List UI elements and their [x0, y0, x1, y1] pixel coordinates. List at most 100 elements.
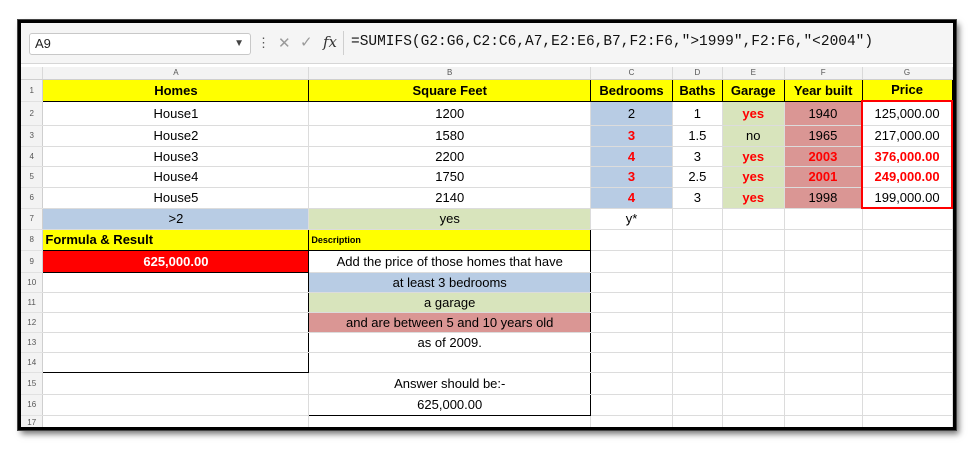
- row-header-4[interactable]: 4: [21, 146, 44, 167]
- description-line[interactable]: 625,000.00: [308, 394, 592, 416]
- empty-cell[interactable]: [862, 272, 953, 293]
- empty-cell[interactable]: [862, 229, 953, 251]
- cell-garage[interactable]: no: [722, 125, 785, 147]
- empty-cell[interactable]: [722, 229, 785, 251]
- empty-cell[interactable]: [862, 292, 953, 313]
- formula-input[interactable]: =SUMIFS(G2:G6,C2:C6,A7,E2:E6,B7,F2:F6,">…: [351, 34, 873, 50]
- cell-price[interactable]: 125,000.00: [861, 100, 953, 126]
- cell-sqft[interactable]: 1750: [308, 166, 592, 188]
- empty-cell[interactable]: [672, 394, 723, 416]
- row-header-2[interactable]: 2: [21, 101, 44, 126]
- criteria-garage-cell[interactable]: yes: [308, 208, 592, 230]
- cell-home[interactable]: House5: [42, 187, 310, 209]
- row-header-12[interactable]: 12: [21, 312, 44, 333]
- cell-price[interactable]: 376,000.00: [861, 146, 953, 167]
- description-line-blank[interactable]: [308, 352, 592, 373]
- empty-cell[interactable]: [862, 332, 953, 353]
- name-box[interactable]: A9 ▼: [29, 33, 251, 55]
- header-price[interactable]: Price: [861, 78, 953, 102]
- row-header-6[interactable]: 6: [21, 187, 44, 209]
- cell-baths[interactable]: 3: [672, 146, 723, 167]
- empty-cell[interactable]: [672, 229, 723, 251]
- empty-cell[interactable]: [862, 394, 953, 416]
- cell-home[interactable]: House1: [42, 101, 310, 126]
- row-header-11[interactable]: 11: [21, 292, 44, 313]
- empty-cell[interactable]: [590, 332, 673, 353]
- empty-cell[interactable]: [784, 394, 863, 416]
- empty-cell[interactable]: [672, 272, 723, 293]
- row-header-10[interactable]: 10: [21, 272, 44, 293]
- cell-baths[interactable]: 2.5: [672, 166, 723, 188]
- header-bedrooms[interactable]: Bedrooms: [590, 78, 673, 102]
- empty-cell[interactable]: [590, 372, 673, 395]
- cell-year[interactable]: 2001: [784, 166, 863, 188]
- cell-garage[interactable]: yes: [722, 187, 785, 209]
- empty-cell[interactable]: [42, 415, 310, 427]
- cell-baths[interactable]: 1: [672, 101, 723, 126]
- description-line[interactable]: and are between 5 and 10 years old: [308, 312, 592, 333]
- more-options-icon[interactable]: ⋮: [257, 35, 270, 51]
- cell-home[interactable]: House2: [42, 125, 310, 147]
- cell-bedrooms[interactable]: 4: [590, 187, 673, 209]
- empty-cell[interactable]: [784, 415, 863, 427]
- empty-cell[interactable]: [722, 352, 785, 373]
- empty-cell[interactable]: [590, 394, 673, 416]
- empty-cell[interactable]: [784, 292, 863, 313]
- empty-cell[interactable]: [784, 272, 863, 293]
- cell-baths[interactable]: 3: [672, 187, 723, 209]
- header-garage[interactable]: Garage: [721, 78, 785, 102]
- column-header-g[interactable]: G: [862, 67, 953, 80]
- cancel-icon[interactable]: ✕: [278, 34, 291, 52]
- row-header-14[interactable]: 14: [21, 352, 44, 373]
- empty-cell[interactable]: [722, 415, 785, 427]
- empty-cell[interactable]: [672, 208, 723, 230]
- cell-sqft[interactable]: 2200: [308, 146, 592, 167]
- row-header-1[interactable]: 1: [21, 79, 44, 102]
- cell-price[interactable]: 249,000.00: [861, 166, 953, 188]
- description-line[interactable]: Add the price of those homes that have: [308, 250, 592, 273]
- empty-cell[interactable]: [672, 312, 723, 333]
- empty-cell[interactable]: [784, 352, 863, 373]
- cell-garage[interactable]: yes: [722, 101, 785, 126]
- row-header-9[interactable]: 9: [21, 250, 44, 273]
- empty-cell[interactable]: [722, 292, 785, 313]
- empty-cell[interactable]: [590, 352, 673, 373]
- description-label[interactable]: Description: [308, 228, 592, 251]
- empty-cell[interactable]: [862, 250, 953, 273]
- column-header-a[interactable]: A: [42, 67, 310, 80]
- column-header-d[interactable]: D: [672, 67, 723, 80]
- row-header-13[interactable]: 13: [21, 332, 44, 353]
- row-header-17[interactable]: 17: [21, 415, 44, 427]
- formula-result-label[interactable]: Formula & Result: [42, 228, 310, 251]
- empty-cell[interactable]: [784, 372, 863, 395]
- empty-cell[interactable]: [672, 372, 723, 395]
- column-header-c[interactable]: C: [590, 67, 673, 80]
- header-square-feet[interactable]: Square Feet: [308, 78, 592, 102]
- empty-cell[interactable]: [722, 250, 785, 273]
- row-header-15[interactable]: 15: [21, 372, 44, 395]
- insert-function-icon[interactable]: fx: [323, 33, 337, 51]
- select-all-corner[interactable]: [21, 67, 44, 80]
- empty-cell[interactable]: [42, 394, 310, 416]
- empty-cell[interactable]: [672, 332, 723, 353]
- cell-year[interactable]: 2003: [784, 146, 863, 167]
- empty-cell[interactable]: [862, 312, 953, 333]
- cell-year[interactable]: 1998: [784, 187, 863, 209]
- empty-cell[interactable]: [42, 332, 310, 353]
- chevron-down-icon[interactable]: ▼: [234, 34, 244, 54]
- empty-cell[interactable]: [862, 352, 953, 373]
- criteria-bedrooms-cell[interactable]: >2: [42, 208, 310, 230]
- empty-cell[interactable]: [42, 292, 310, 313]
- empty-cell[interactable]: [784, 250, 863, 273]
- cell-sqft[interactable]: 1200: [308, 101, 592, 126]
- empty-cell[interactable]: [722, 394, 785, 416]
- empty-cell[interactable]: [862, 208, 953, 230]
- cell-garage[interactable]: yes: [722, 166, 785, 188]
- empty-cell[interactable]: [590, 292, 673, 313]
- row-header-3[interactable]: 3: [21, 125, 44, 147]
- cell-bedrooms[interactable]: 3: [590, 166, 673, 188]
- empty-cell[interactable]: [42, 372, 310, 395]
- empty-cell[interactable]: [722, 332, 785, 353]
- row-header-8[interactable]: 8: [21, 229, 44, 251]
- cell-price[interactable]: 199,000.00: [861, 187, 953, 209]
